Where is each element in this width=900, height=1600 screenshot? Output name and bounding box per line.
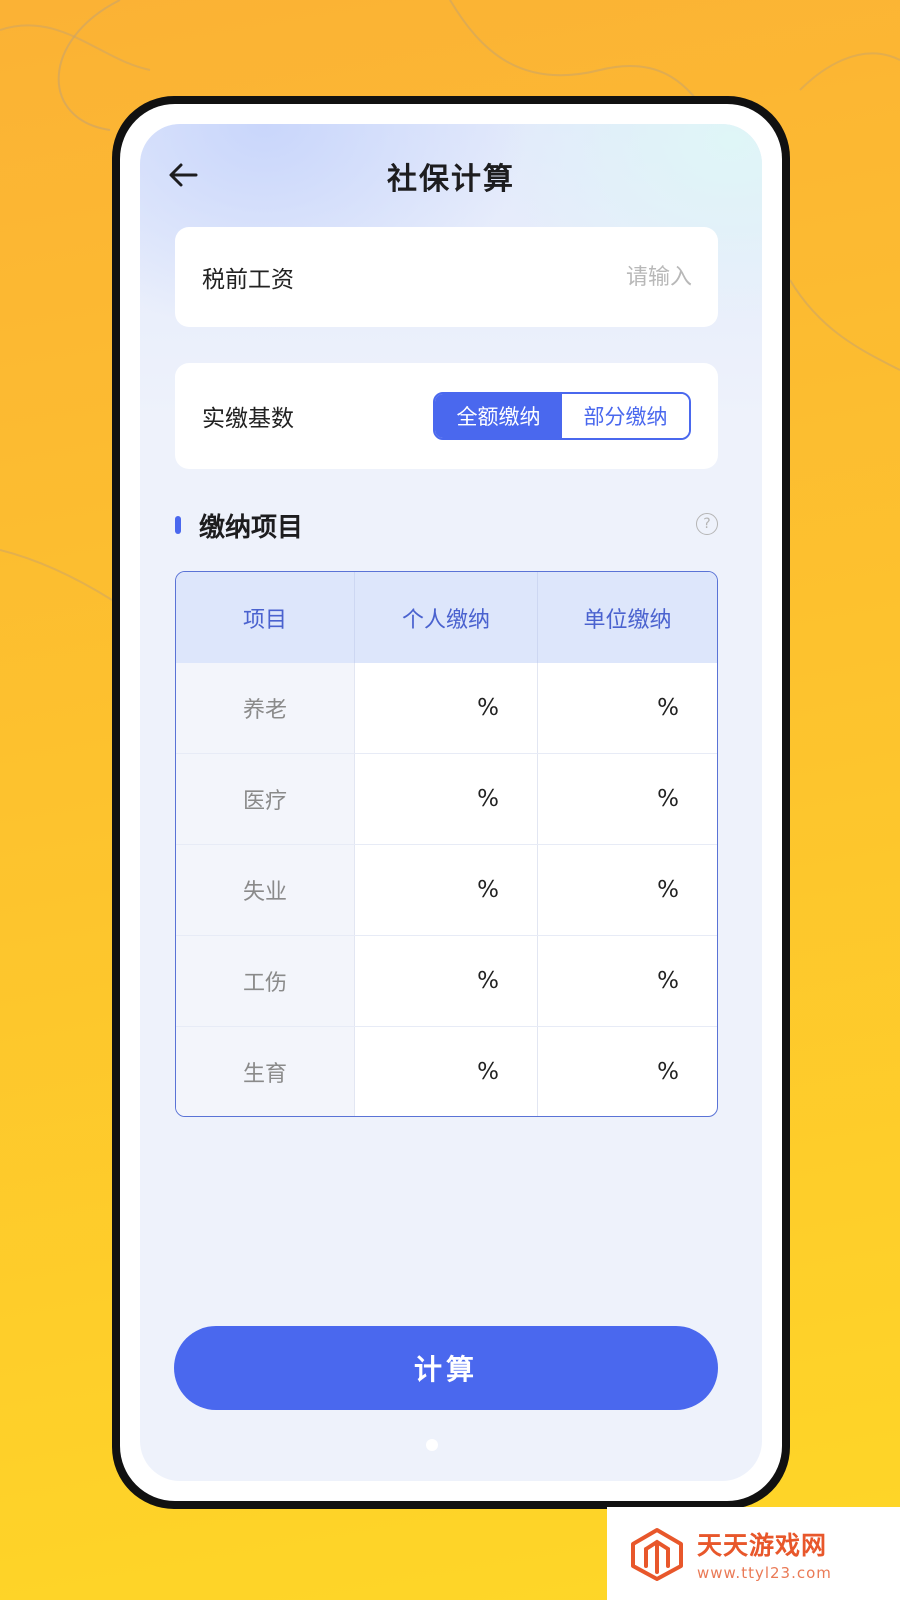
watermark-logo-icon [631, 1527, 683, 1581]
percent-unit: % [477, 786, 499, 812]
question-circle-icon[interactable]: ? [696, 513, 718, 535]
percent-unit: % [477, 1058, 499, 1085]
row-name: 医疗 [176, 754, 355, 844]
table-row: 养老 % % [176, 663, 717, 754]
company-rate-input[interactable] [543, 781, 654, 817]
company-rate-input[interactable] [543, 1053, 654, 1090]
header-personal: 个人缴纳 [355, 572, 538, 663]
full-payment-option[interactable]: 全额缴纳 [435, 394, 562, 438]
personal-rate-cell: % [355, 663, 538, 753]
personal-rate-cell: % [355, 845, 538, 935]
app-screen: 社保计算 税前工资 实缴基数 全额缴纳 部分缴纳 缴纳项目 ? 项目 [140, 124, 762, 1481]
percent-unit: % [477, 877, 499, 903]
table-header-row: 项目 个人缴纳 单位缴纳 [176, 572, 717, 663]
section-accent-bar [175, 516, 181, 534]
percent-unit: % [657, 695, 679, 721]
personal-rate-input[interactable] [363, 963, 474, 999]
personal-rate-input[interactable] [363, 1053, 474, 1090]
row-name: 工伤 [176, 936, 355, 1026]
phone-bezel: 社保计算 税前工资 实缴基数 全额缴纳 部分缴纳 缴纳项目 ? 项目 [120, 104, 782, 1501]
base-label: 实缴基数 [202, 406, 294, 432]
section-header: 缴纳项目 ? [175, 505, 718, 545]
row-name: 养老 [176, 663, 355, 753]
watermark: 天天游戏网 www.ttyl23.com [607, 1507, 900, 1600]
base-card: 实缴基数 全额缴纳 部分缴纳 [175, 363, 718, 469]
company-rate-cell: % [538, 845, 717, 935]
calculate-button[interactable]: 计算 [174, 1326, 718, 1410]
table-row: 工伤 % % [176, 936, 717, 1027]
personal-rate-cell: % [355, 1027, 538, 1116]
page-title: 社保计算 [387, 162, 515, 197]
row-name: 失业 [176, 845, 355, 935]
salary-input[interactable] [472, 257, 692, 297]
percent-unit: % [477, 968, 499, 994]
percent-unit: % [657, 877, 679, 903]
row-name: 生育 [176, 1027, 355, 1116]
company-rate-cell: % [538, 754, 717, 844]
contribution-table: 项目 个人缴纳 单位缴纳 养老 % % 医疗 % % 失业 % % 工伤 % %… [175, 571, 718, 1117]
header-item: 项目 [176, 572, 355, 663]
table-row: 失业 % % [176, 845, 717, 936]
table-row: 医疗 % % [176, 754, 717, 845]
personal-rate-input[interactable] [363, 690, 474, 726]
personal-rate-cell: % [355, 754, 538, 844]
partial-payment-option[interactable]: 部分缴纳 [562, 394, 689, 438]
table-row: 生育 % % [176, 1027, 717, 1116]
watermark-url: www.ttyl23.com [697, 1563, 832, 1582]
watermark-title: 天天游戏网 [697, 1530, 828, 1560]
personal-rate-input[interactable] [363, 872, 474, 908]
company-rate-input[interactable] [543, 872, 654, 908]
percent-unit: % [477, 695, 499, 721]
salary-card: 税前工资 [175, 227, 718, 327]
payment-mode-toggle: 全额缴纳 部分缴纳 [433, 392, 691, 440]
company-rate-input[interactable] [543, 963, 654, 999]
salary-label: 税前工资 [202, 267, 294, 293]
company-rate-cell: % [538, 663, 717, 753]
company-rate-cell: % [538, 936, 717, 1026]
personal-rate-input[interactable] [363, 781, 474, 817]
company-rate-cell: % [538, 1027, 717, 1116]
header-company: 单位缴纳 [583, 607, 672, 633]
section-title: 缴纳项目 [199, 513, 304, 543]
page-indicator-dot [426, 1439, 438, 1451]
watermark-text: 天天游戏网 www.ttyl23.com [697, 1526, 832, 1582]
percent-unit: % [657, 968, 679, 994]
phone-frame: 社保计算 税前工资 实缴基数 全额缴纳 部分缴纳 缴纳项目 ? 项目 [112, 96, 790, 1509]
percent-unit: % [657, 1058, 679, 1085]
personal-rate-cell: % [355, 936, 538, 1026]
percent-unit: % [657, 786, 679, 812]
company-rate-input[interactable] [543, 690, 654, 726]
